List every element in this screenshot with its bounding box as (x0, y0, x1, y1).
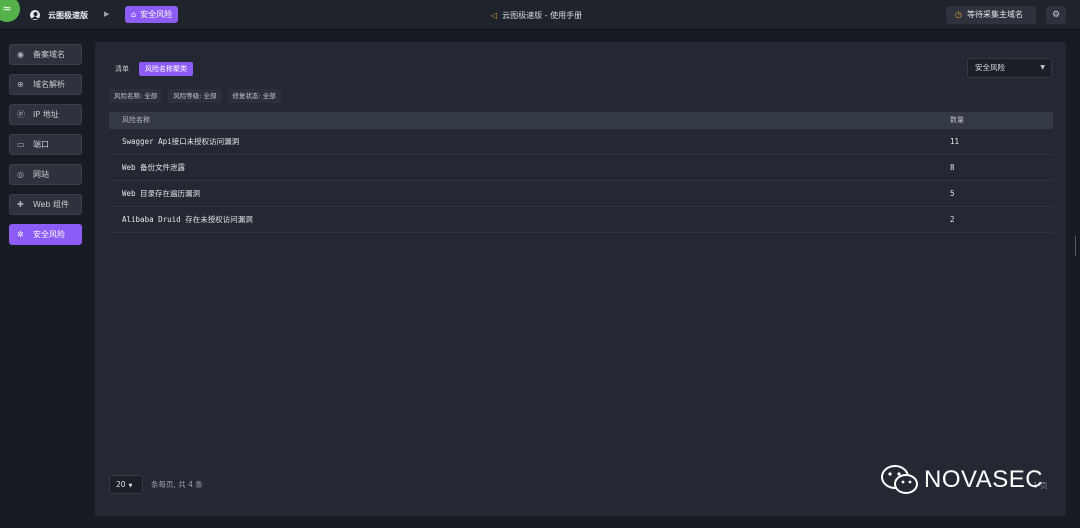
table-row[interactable]: Swagger Api接口未授权访问漏洞 11 (109, 129, 1053, 155)
home-icon: ⌂ (131, 10, 137, 19)
collect-domain-button[interactable]: ◷ 等待采集主域名 (946, 6, 1036, 24)
caret-down-icon: ▼ (1040, 64, 1045, 71)
risk-type-select[interactable]: 安全风险 ▼ (967, 58, 1052, 78)
user-manual-link[interactable]: ◁ 云图极速版 - 使用手册 (491, 10, 582, 21)
column-header-count[interactable]: 数量 (950, 112, 964, 129)
risk-count-cell: 8 (950, 163, 955, 172)
main-panel: 清单 风险名称聚类 安全风险 ▼ 风险名称: 全部 风险等级: 全部 修复状态: 全… (95, 42, 1066, 516)
filter-fix-status[interactable]: 修复状态: 全部 (227, 89, 281, 103)
risk-count-cell: 2 (950, 215, 955, 224)
chrome-icon: ◎ (17, 170, 24, 179)
top-bar: ≈ 云图极速版 ▶ ⌂ 安全风险 ◁ 云图极速版 - 使用手册 ◷ 等待采集主域名 ⚙ (0, 0, 1080, 30)
table-header: 风险名称 数量 (109, 112, 1053, 129)
brand-icon (30, 10, 40, 20)
column-header-name[interactable]: 风险名称 (122, 112, 150, 129)
record-icon: ◉ (17, 50, 24, 59)
sidebar-item-dns[interactable]: ⊕ 域名解析 (9, 74, 82, 95)
puzzle-icon: ✚ (17, 200, 24, 209)
watermark-text: NOVASEC (924, 466, 1044, 493)
risk-name-cell: Web 备份文件泄露 (122, 163, 186, 172)
risk-name-cell: Alibaba Druid 存在未授权访问漏洞 (122, 215, 253, 224)
filter-risk-level[interactable]: 风险等级: 全部 (168, 89, 222, 103)
sidebar-item-web-component[interactable]: ✚ Web 组件 (9, 194, 82, 215)
table-row[interactable]: Alibaba Druid 存在未授权访问漏洞 2 (109, 207, 1053, 233)
pagination-info: 条每页, 共 4 条 (151, 480, 203, 489)
tab-list[interactable]: 清单 (109, 62, 135, 76)
brand-name: 云图极速版 (48, 11, 88, 20)
ip-icon: Ⓟ (17, 110, 25, 119)
page-size-select[interactable]: 20 ▼ (109, 475, 143, 494)
globe-icon: ⊕ (17, 80, 24, 89)
edge-scroll-handle[interactable] (1075, 236, 1080, 256)
sidebar: ◉ 备案域名 ⊕ 域名解析 Ⓟ IP 地址 ▭ 端口 ◎ 网站 ✚ Web 组件 ✲ 安全风险 (9, 44, 82, 254)
app-logo-icon[interactable]: ≈ (0, 0, 20, 22)
clock-icon: ◷ (955, 10, 962, 19)
wechat-icon (881, 465, 918, 494)
risk-name-cell: Swagger Api接口未授权访问漏洞 (122, 137, 240, 146)
pagination: 20 ▼ 条每页, 共 4 条 (109, 475, 203, 494)
sidebar-item-port[interactable]: ▭ 端口 (9, 134, 82, 155)
sidebar-item-website[interactable]: ◎ 网站 (9, 164, 82, 185)
sidebar-item-security-risk[interactable]: ✲ 安全风险 (9, 224, 82, 245)
risk-name-cell: Web 目录存在遍历漏洞 (122, 189, 201, 198)
risk-count-cell: 5 (950, 189, 955, 198)
risk-table: 风险名称 数量 Swagger Api接口未授权访问漏洞 11 Web 备份文件… (109, 112, 1053, 233)
speaker-icon: ◁ (491, 11, 498, 20)
caret-down-icon: ▼ (128, 483, 133, 489)
monitor-icon: ▭ (17, 140, 25, 149)
risk-count-cell: 11 (950, 137, 960, 146)
filter-risk-name[interactable]: 风险名称: 全部 (109, 89, 163, 103)
sidebar-item-ip[interactable]: Ⓟ IP 地址 (9, 104, 82, 125)
table-row[interactable]: Web 目录存在遍历漏洞 5 (109, 181, 1053, 207)
table-row[interactable]: Web 备份文件泄露 8 (109, 155, 1053, 181)
bug-icon: ✲ (17, 230, 24, 239)
settings-gear-icon[interactable]: ⚙ (1046, 6, 1066, 24)
filter-bar: 风险名称: 全部 风险等级: 全部 修复状态: 全部 (109, 89, 287, 103)
breadcrumb-chevron-icon: ▶ (104, 10, 110, 18)
tab-risk-cluster[interactable]: 风险名称聚类 (139, 62, 193, 76)
breadcrumb-current[interactable]: ⌂ 安全风险 (125, 6, 179, 23)
sidebar-item-record-domain[interactable]: ◉ 备案域名 (9, 44, 82, 65)
